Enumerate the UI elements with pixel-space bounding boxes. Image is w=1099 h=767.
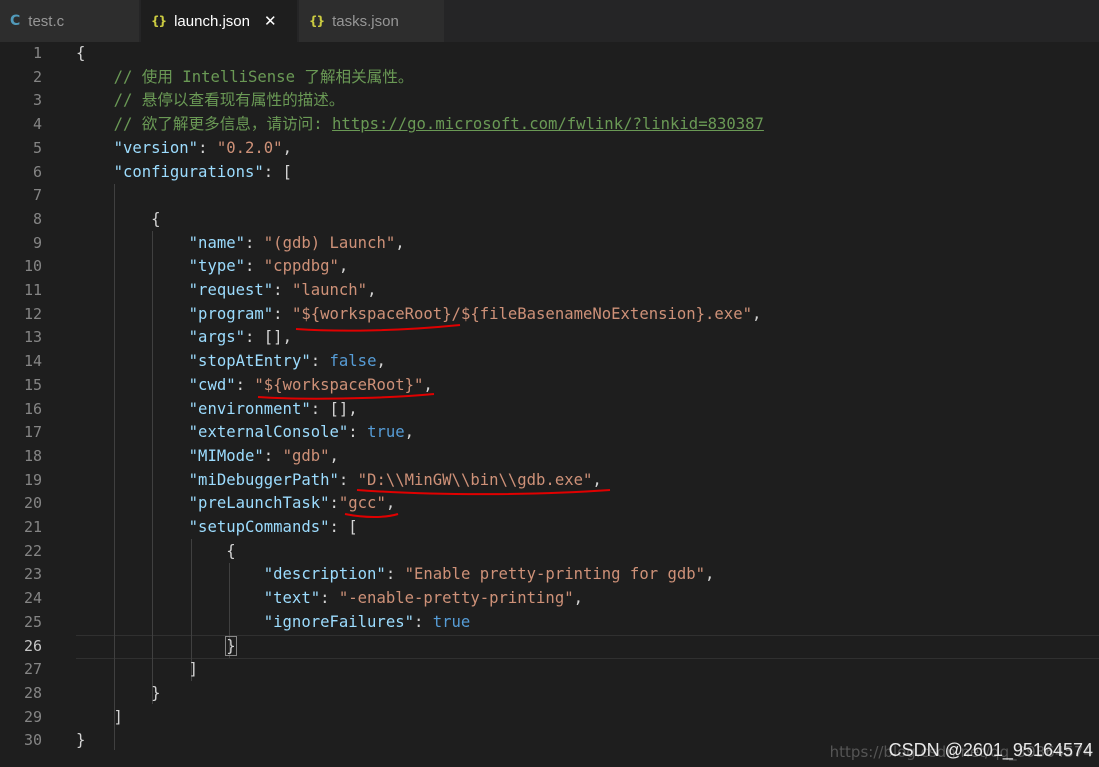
code-line[interactable]: "version": "0.2.0", — [76, 137, 292, 161]
code-line[interactable]: "preLaunchTask":"gcc", — [76, 492, 396, 516]
line-number: 1 — [32, 44, 42, 62]
code-line[interactable]: "text": "-enable-pretty-printing", — [76, 587, 583, 611]
line-number: 18 — [23, 446, 42, 465]
json-file-icon: {} — [309, 14, 325, 28]
line-number: 27 — [23, 660, 42, 679]
line-number: 23 — [23, 565, 42, 584]
code-line[interactable]: ] — [76, 658, 198, 682]
code-line[interactable]: "miDebuggerPath": "D:\\MinGW\\bin\\gdb.e… — [76, 469, 602, 493]
line-number: 26 — [23, 636, 42, 655]
code-editor[interactable]: 1 {2 // 使用 IntelliSense 了解相关属性。 3 // 悬停以查看… — [0, 42, 1099, 767]
code-line[interactable]: } — [76, 729, 85, 753]
json-file-icon: {} — [151, 14, 167, 28]
code-line[interactable]: "request": "launch", — [76, 279, 377, 303]
tab-label: test.c — [28, 12, 65, 30]
code-line[interactable]: // 悬停以查看现有属性的描述。 — [76, 89, 345, 113]
line-number: 10 — [23, 257, 42, 276]
code-line[interactable]: "description": "Enable pretty-printing f… — [76, 563, 715, 587]
line-number: 16 — [23, 399, 42, 418]
code-line[interactable]: } — [76, 635, 237, 659]
c-file-icon: C — [10, 13, 21, 29]
line-number: 24 — [23, 589, 42, 608]
tab-label: launch.json — [174, 12, 250, 30]
code-line[interactable]: // 使用 IntelliSense 了解相关属性。 — [76, 66, 414, 90]
code-line[interactable]: ] — [76, 706, 123, 730]
code-line[interactable]: } — [76, 682, 160, 706]
line-number: 12 — [23, 304, 42, 323]
code-line[interactable]: { — [76, 42, 85, 66]
tab-tasks-json[interactable]: {} tasks.json — [299, 0, 445, 42]
line-number: 29 — [23, 707, 42, 726]
line-number: 19 — [23, 470, 42, 489]
line-number: 7 — [32, 186, 42, 205]
code-line[interactable]: "stopAtEntry": false, — [76, 350, 386, 374]
line-number: 8 — [32, 209, 42, 228]
line-number: 20 — [23, 494, 42, 513]
code-line[interactable]: { — [76, 540, 235, 564]
code-line[interactable]: { — [76, 208, 160, 232]
line-number: 4 — [32, 115, 42, 134]
code-line[interactable]: "configurations": [ — [76, 161, 292, 185]
code-line[interactable]: "args": [], — [76, 326, 292, 350]
line-number: 6 — [32, 162, 42, 181]
line-number: 15 — [23, 375, 42, 394]
line-number: 28 — [23, 683, 42, 702]
code-line[interactable]: // 欲了解更多信息，请访问: https://go.microsoft.com… — [76, 113, 764, 137]
line-number: 2 — [32, 67, 42, 86]
line-number: 3 — [32, 91, 42, 110]
line-number: 17 — [23, 423, 42, 442]
tab-test-c[interactable]: C test.c — [0, 0, 140, 42]
code-line[interactable]: "program": "${workspaceRoot}/${fileBasen… — [76, 303, 762, 327]
line-number: 9 — [32, 233, 42, 252]
code-line[interactable]: "environment": [], — [76, 398, 358, 422]
line-number: 14 — [23, 352, 42, 371]
tab-launch-json[interactable]: {} launch.json ✕ — [141, 0, 298, 42]
line-number: 21 — [23, 518, 42, 536]
code-line[interactable]: "externalConsole": true, — [76, 421, 414, 445]
line-number: 11 — [23, 281, 42, 299]
line-number: 13 — [23, 328, 42, 347]
close-icon[interactable]: ✕ — [264, 12, 277, 30]
tab-bar: C test.c {} launch.json ✕ {} tasks.json — [0, 0, 1099, 42]
code-line[interactable]: "setupCommands": [ — [76, 516, 358, 540]
code-line[interactable]: "name": "(gdb) Launch", — [76, 232, 405, 256]
code-line[interactable]: "cwd": "${workspaceRoot}", — [76, 374, 433, 398]
line-number: 30 — [23, 731, 42, 750]
tab-label: tasks.json — [332, 12, 399, 30]
code-line[interactable]: "ignoreFailures": true — [76, 611, 471, 635]
code-line[interactable]: "MIMode": "gdb", — [76, 445, 339, 469]
line-number: 5 — [32, 138, 42, 157]
line-number: 25 — [23, 612, 42, 631]
code-line[interactable]: "type": "cppdbg", — [76, 255, 349, 279]
line-number: 22 — [23, 541, 42, 560]
watermark-csdn: CSDN @2601_95164574 — [888, 740, 1093, 760]
